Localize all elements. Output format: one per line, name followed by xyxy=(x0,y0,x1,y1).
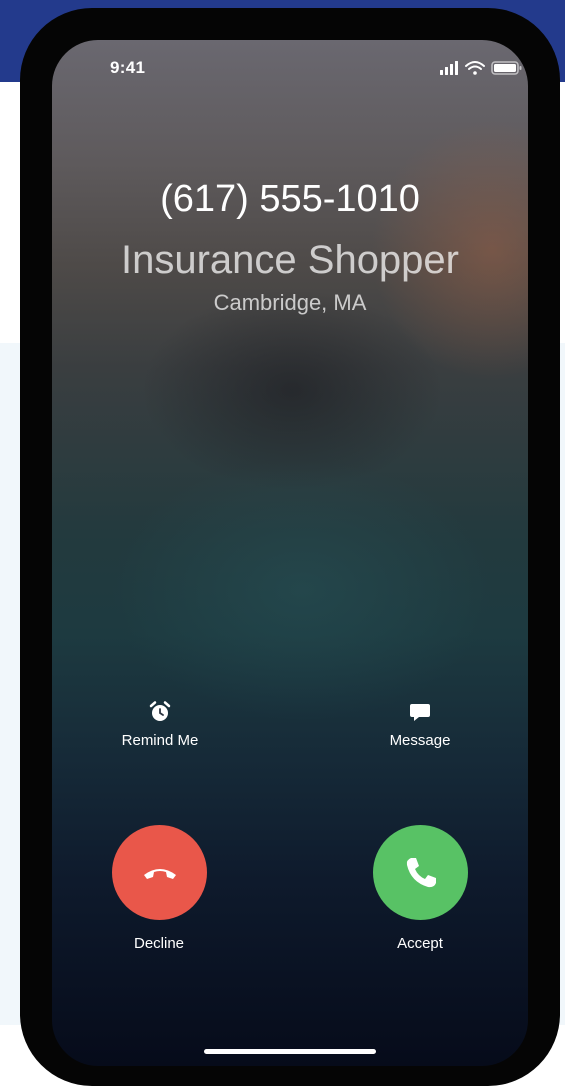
battery-icon xyxy=(491,61,522,75)
wifi-icon xyxy=(465,61,485,75)
accept-label: Accept xyxy=(397,935,443,952)
message-button[interactable]: Message xyxy=(360,700,480,749)
message-bubble-icon xyxy=(410,704,430,721)
phone-frame: 9:41 (617) 555-1010 Insurance Shopper Ca… xyxy=(20,8,560,1086)
remind-me-label: Remind Me xyxy=(121,732,199,749)
remind-me-button[interactable]: Remind Me xyxy=(100,700,220,749)
caller-number: (617) 555-1010 xyxy=(160,178,420,220)
caller-name: Insurance Shopper xyxy=(120,238,459,282)
status-bar-time: 9:41 xyxy=(110,58,146,77)
cellular-signal-icon xyxy=(440,61,458,75)
status-bar-icons xyxy=(440,61,522,75)
incoming-call-screen: 9:41 (617) 555-1010 Insurance Shopper Ca… xyxy=(52,40,528,1066)
decline-button[interactable] xyxy=(112,825,207,920)
alarm-clock-icon xyxy=(149,701,171,721)
phone-icon xyxy=(406,857,436,887)
decline-label: Decline xyxy=(133,935,185,952)
accept-button[interactable] xyxy=(373,825,468,920)
home-indicator[interactable] xyxy=(204,1049,376,1054)
phone-hangup-icon xyxy=(143,868,176,879)
message-label: Message xyxy=(389,732,451,749)
caller-location: Cambridge, MA xyxy=(213,290,367,315)
